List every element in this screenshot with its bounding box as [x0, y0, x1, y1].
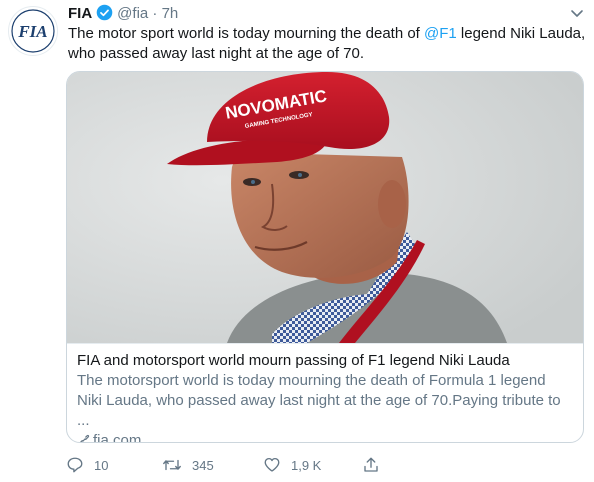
- tweet-text-before: The motor sport world is today mourning …: [68, 25, 425, 42]
- card-domain-text: fia.com: [93, 432, 142, 443]
- author-handle[interactable]: @fia: [117, 5, 148, 22]
- link-icon: [80, 434, 90, 442]
- heart-icon: [264, 457, 280, 472]
- card-title: FIA and motorsport world mourn passing o…: [77, 352, 510, 369]
- chevron-down-icon[interactable]: [570, 6, 584, 20]
- reply-button[interactable]: 10: [66, 454, 108, 476]
- tweet-header: FIA @fia · 7h: [68, 4, 564, 24]
- reply-icon: [67, 457, 83, 473]
- link-card[interactable]: NOVOMATIC GAMING TECHNOLOGY FIA and moto…: [66, 71, 584, 443]
- separator-dot: ·: [152, 5, 158, 22]
- retweet-button[interactable]: 345: [162, 454, 214, 476]
- card-body: FIA and motorsport world mourn passing o…: [67, 343, 583, 443]
- avatar[interactable]: FIA: [8, 6, 58, 56]
- tweet-time[interactable]: 7h: [162, 5, 179, 22]
- tweet-text: The motor sport world is today mourning …: [68, 24, 588, 64]
- like-count: 1,9 K: [291, 457, 322, 473]
- action-bar: 10 345 1,9 K: [66, 454, 426, 476]
- svg-text:FIA: FIA: [17, 22, 47, 41]
- reply-count: 10: [94, 457, 109, 473]
- mention-link[interactable]: @F1: [424, 25, 457, 42]
- retweet-icon: [163, 459, 181, 471]
- fia-logo-icon: FIA: [10, 8, 56, 54]
- card-image[interactable]: NOVOMATIC GAMING TECHNOLOGY: [67, 72, 583, 343]
- card-photo-illustration: NOVOMATIC GAMING TECHNOLOGY: [67, 72, 583, 343]
- retweet-count: 345: [192, 457, 214, 473]
- verified-badge-icon: [96, 4, 113, 21]
- like-button[interactable]: 1,9 K: [263, 454, 321, 476]
- share-icon: [364, 457, 378, 472]
- card-domain[interactable]: fia.com: [77, 431, 573, 443]
- share-button[interactable]: [362, 454, 390, 476]
- author-name[interactable]: FIA: [68, 5, 92, 22]
- card-description: The motorsport world is today mourning t…: [77, 372, 561, 429]
